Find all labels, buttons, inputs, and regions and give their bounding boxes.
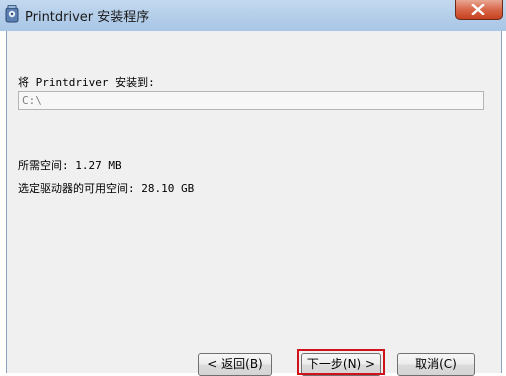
window-title: Printdriver 安装程序 [25,10,150,25]
install-path-field[interactable]: C:\ [18,91,484,110]
close-icon [471,4,485,15]
next-button-highlight [297,349,385,375]
install-location-label: 将 Printdriver 安装到: [18,76,155,89]
installer-icon [4,5,20,23]
installer-body: 将 Printdriver 安装到: C:\ 所需空间: 1.27 MB 选定驱… [6,31,502,376]
title-bar[interactable]: Printdriver 安装程序 [0,0,506,31]
close-button[interactable] [455,0,503,20]
required-space-text: 所需空间: 1.27 MB [18,159,122,172]
available-space-text: 选定驱动器的可用空间: 28.10 GB [18,182,195,195]
